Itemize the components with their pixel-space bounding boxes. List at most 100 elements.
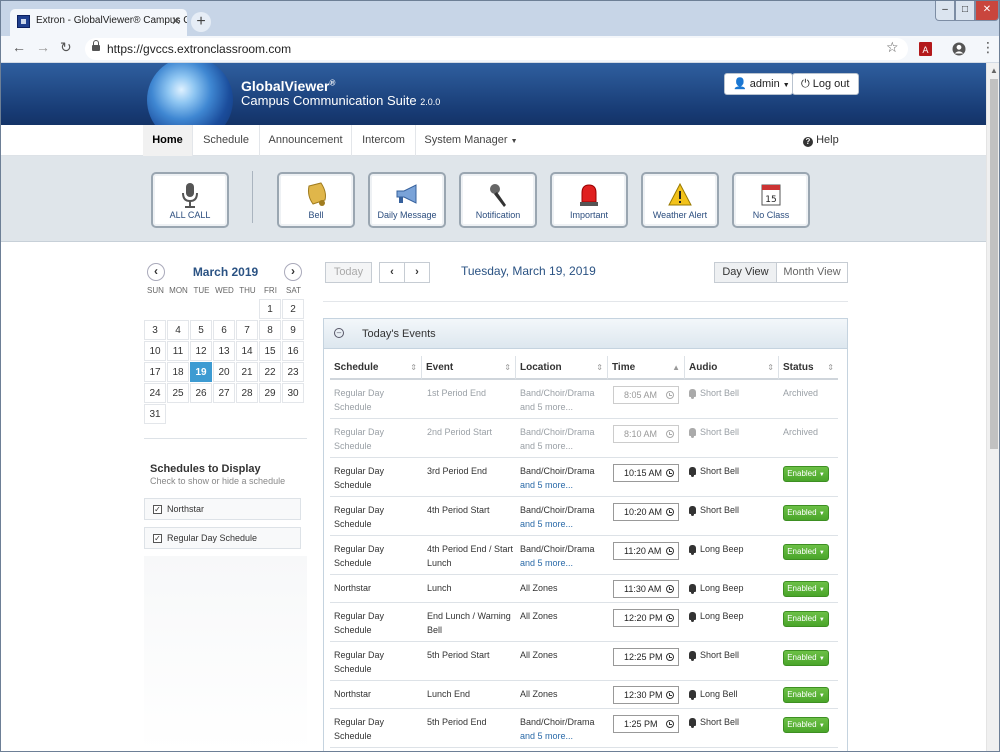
status-enabled-button[interactable]: Enabled ▼ <box>783 717 829 733</box>
menu-announcement[interactable]: Announcement <box>260 125 352 156</box>
page-scrollbar[interactable]: ▲ <box>986 63 999 751</box>
more-locations-link[interactable]: and 5 more... <box>520 480 573 490</box>
calendar-day[interactable]: 11 <box>167 341 189 361</box>
column-header-time[interactable]: Time ▲ <box>608 356 685 380</box>
tab-close-icon[interactable]: ✕ <box>171 14 181 28</box>
prev-day-button[interactable]: ‹ <box>379 262 405 283</box>
status-enabled-button[interactable]: Enabled ▼ <box>783 687 829 703</box>
calendar-day[interactable]: 24 <box>144 383 166 403</box>
checkbox-checked-icon[interactable]: ✓ <box>153 534 162 543</box>
status-enabled-button[interactable]: Enabled ▼ <box>783 466 829 482</box>
column-header-location[interactable]: Location ⇕ <box>516 356 608 380</box>
event-time-field[interactable]: 12:30 PM <box>613 686 679 704</box>
calendar-day[interactable]: 12 <box>190 341 212 361</box>
calendar-day-selected[interactable]: 19 <box>190 362 212 382</box>
status-enabled-button[interactable]: Enabled ▼ <box>783 650 829 666</box>
calendar-day[interactable]: 10 <box>144 341 166 361</box>
calendar-day[interactable]: 17 <box>144 362 166 382</box>
minimize-button[interactable]: – <box>935 1 955 21</box>
schedule-toggle-northstar[interactable]: ✓ Northstar <box>144 498 301 520</box>
calendar-day[interactable]: 26 <box>190 383 212 403</box>
column-header-schedule[interactable]: Schedule ⇕ <box>330 356 422 380</box>
close-window-button[interactable]: ✕ <box>975 1 999 21</box>
next-month-icon[interactable]: › <box>284 263 302 281</box>
calendar-day[interactable]: 27 <box>213 383 235 403</box>
event-time-field[interactable]: 12:20 PM <box>613 609 679 627</box>
new-tab-button[interactable]: + <box>191 12 211 32</box>
back-icon[interactable]: ← <box>12 39 26 55</box>
calendar-day[interactable]: 3 <box>144 320 166 340</box>
calendar-day[interactable]: 4 <box>167 320 189 340</box>
status-enabled-button[interactable]: Enabled ▼ <box>783 611 829 627</box>
calendar-day[interactable]: 22 <box>259 362 281 382</box>
calendar-day[interactable]: 21 <box>236 362 258 382</box>
event-time-field[interactable]: 11:20 AM <box>613 542 679 560</box>
calendar-day[interactable]: 25 <box>167 383 189 403</box>
bell-button[interactable]: Bell <box>277 172 355 228</box>
column-header-status[interactable]: Status ⇕ <box>779 356 838 380</box>
scroll-up-icon[interactable]: ▲ <box>990 66 998 75</box>
important-button[interactable]: Important <box>550 172 628 228</box>
reload-icon[interactable]: ↻ <box>60 39 72 56</box>
browser-tab[interactable]: Extron - GlobalViewer® Campus Co ✕ <box>10 9 187 36</box>
column-header-event[interactable]: Event ⇕ <box>422 356 516 380</box>
today-button[interactable]: Today <box>325 262 372 283</box>
scrollbar-thumb[interactable] <box>990 79 998 449</box>
menu-system-manager[interactable]: System Manager ▼ <box>416 125 526 156</box>
notification-button[interactable]: Notification <box>459 172 537 228</box>
menu-intercom[interactable]: Intercom <box>352 125 416 156</box>
calendar-day[interactable]: 30 <box>282 383 304 403</box>
calendar-day[interactable]: 15 <box>259 341 281 361</box>
help-link[interactable]: ? Help <box>803 134 839 147</box>
status-enabled-button[interactable]: Enabled ▼ <box>783 581 829 597</box>
calendar-day[interactable]: 6 <box>213 320 235 340</box>
calendar-day[interactable]: 2 <box>282 299 304 319</box>
more-locations-link[interactable]: and 5 more... <box>520 402 573 412</box>
column-header-audio[interactable]: Audio ⇕ <box>685 356 779 380</box>
schedule-toggle-regular-day[interactable]: ✓ Regular Day Schedule <box>144 527 301 549</box>
day-view-button[interactable]: Day View <box>714 262 777 283</box>
more-locations-link[interactable]: and 5 more... <box>520 441 573 451</box>
event-time-field[interactable]: 12:25 PM <box>613 648 679 666</box>
forward-icon[interactable]: → <box>36 39 50 55</box>
checkbox-checked-icon[interactable]: ✓ <box>153 505 162 514</box>
calendar-day[interactable]: 8 <box>259 320 281 340</box>
status-enabled-button[interactable]: Enabled ▼ <box>783 505 829 521</box>
next-day-button[interactable]: › <box>404 262 430 283</box>
event-time-field[interactable]: 10:15 AM <box>613 464 679 482</box>
calendar-day[interactable]: 1 <box>259 299 281 319</box>
calendar-day[interactable]: 16 <box>282 341 304 361</box>
event-time-field[interactable]: 8:05 AM <box>613 386 679 404</box>
weather-alert-button[interactable]: Weather Alert <box>641 172 719 228</box>
pdf-extension-icon[interactable]: A <box>919 42 932 59</box>
month-view-button[interactable]: Month View <box>776 262 848 283</box>
event-time-field[interactable]: 10:20 AM <box>613 503 679 521</box>
calendar-day[interactable]: 23 <box>282 362 304 382</box>
more-locations-link[interactable]: and 5 more... <box>520 731 573 741</box>
calendar-day[interactable]: 18 <box>167 362 189 382</box>
calendar-day[interactable]: 28 <box>236 383 258 403</box>
profile-icon[interactable] <box>952 42 966 59</box>
event-time-field[interactable]: 11:30 AM <box>613 580 679 598</box>
collapse-panel-icon[interactable]: – <box>334 328 344 338</box>
menu-schedule[interactable]: Schedule <box>193 125 260 156</box>
more-locations-link[interactable]: and 5 more... <box>520 558 573 568</box>
more-locations-link[interactable]: and 5 more... <box>520 519 573 529</box>
calendar-day[interactable]: 29 <box>259 383 281 403</box>
calendar-day[interactable]: 20 <box>213 362 235 382</box>
menu-home[interactable]: Home <box>143 125 193 156</box>
maximize-button[interactable]: □ <box>955 1 975 21</box>
address-bar[interactable]: https://gvccs.extronclassroom.com <box>85 38 908 60</box>
no-class-button[interactable]: 15 No Class <box>732 172 810 228</box>
admin-user-button[interactable]: 👤 admin ▼ <box>724 73 793 95</box>
all-call-button[interactable]: ALL CALL <box>151 172 229 228</box>
browser-menu-icon[interactable]: ⋮ <box>981 40 995 54</box>
status-enabled-button[interactable]: Enabled ▼ <box>783 544 829 560</box>
calendar-day[interactable]: 14 <box>236 341 258 361</box>
bookmark-star-icon[interactable]: ☆ <box>886 39 899 56</box>
calendar-day[interactable]: 13 <box>213 341 235 361</box>
logout-button[interactable]: ⏻ Log out <box>792 73 859 95</box>
calendar-day[interactable]: 5 <box>190 320 212 340</box>
calendar-day[interactable]: 7 <box>236 320 258 340</box>
calendar-day[interactable]: 31 <box>144 404 166 424</box>
